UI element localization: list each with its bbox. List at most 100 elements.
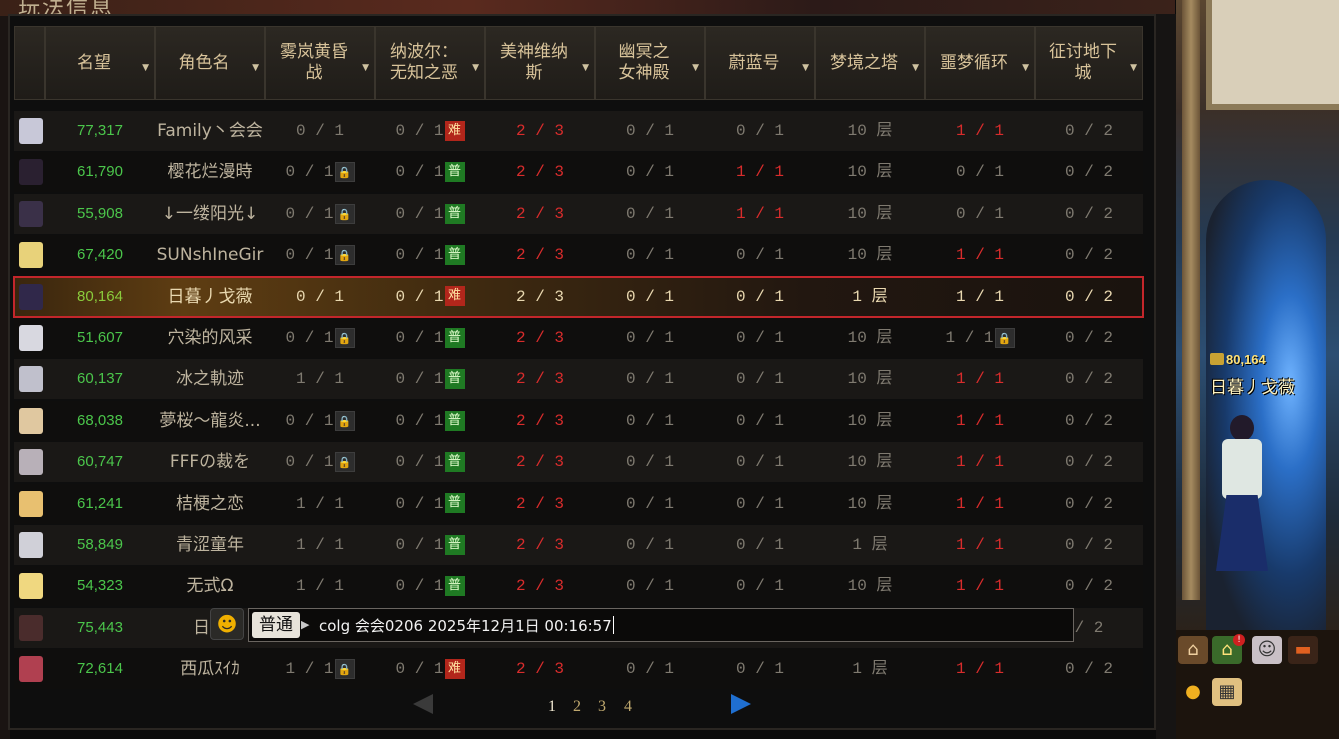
sort-arrow-icon[interactable]: ▼ <box>252 58 259 79</box>
page-2[interactable]: 2 <box>573 698 581 716</box>
nightmare-cell-value: 0 / 1 <box>955 204 1004 223</box>
table-row[interactable]: 61,241 桔梗之恋 1 / 10 / 1普2 / 30 / 10 / 1 10 层… <box>14 483 1143 524</box>
nabor-cell: 0 / 1普 <box>375 235 485 275</box>
tower-cell-value: 1 层 <box>852 287 888 306</box>
page-4[interactable]: 4 <box>624 698 632 716</box>
header-avatar-col <box>14 26 45 100</box>
game-scene: 80,164 日暮丿戈薇 ⌂ ⌂ ! ☺ ▬ ● ▦ <box>1176 0 1339 739</box>
fame-cell-value: 80,164 <box>77 287 123 305</box>
weilan-cell-value: 0 / 1 <box>735 536 784 554</box>
table-row[interactable]: 60,137 冰之軌迹 1 / 10 / 1普2 / 30 / 10 / 1 10 层… <box>14 359 1143 400</box>
venus-cell: 2 / 3 <box>485 484 595 524</box>
header-tower-col[interactable]: 梦境之塔 ▼ <box>815 26 925 100</box>
sort-arrow-icon[interactable]: ▼ <box>802 58 809 79</box>
anvil-icon[interactable]: ▬ <box>1288 636 1318 664</box>
character-avatar-icon <box>19 532 43 558</box>
youming-cell: 0 / 1 <box>595 111 705 151</box>
table-row[interactable]: 55,908 ↓一缕阳光↓ 0 / 1 🔒 0 / 1普2 / 30 / 11 / 11… <box>14 193 1143 234</box>
header-label: 梦境之塔 <box>830 52 898 73</box>
venus-cell-value: 2 / 3 <box>515 287 564 306</box>
weilan-cell: 0 / 1 <box>705 566 815 606</box>
header-venus-col[interactable]: 美神维纳 斯 ▼ <box>485 26 595 100</box>
header-label: 蔚蓝号 <box>728 52 780 73</box>
fame-cell-value: 77,317 <box>77 122 123 139</box>
nabor-cell-value: 0 / 1 <box>395 370 444 389</box>
venus-cell-value: 2 / 3 <box>515 204 564 223</box>
sort-arrow-icon[interactable]: ▼ <box>142 58 149 79</box>
zhengtao-cell: 0 / 2 <box>1035 152 1143 192</box>
sort-arrow-icon[interactable]: ▼ <box>912 58 919 79</box>
nightmare-cell: 1 / 1 <box>925 525 1035 565</box>
header-name-col[interactable]: 角色名 ▼ <box>155 26 265 100</box>
venus-cell-value: 2 / 3 <box>515 329 564 347</box>
header-zhengtao-col[interactable]: 征讨地下 城 ▼ <box>1035 26 1143 100</box>
header-wulan-col[interactable]: 雾岚黄昏 战 ▼ <box>265 26 375 100</box>
venus-cell: 2 / 3 <box>485 359 595 399</box>
bag-icon[interactable]: ⌂ <box>1178 636 1208 664</box>
fame-cell: 58,849 <box>45 525 155 565</box>
character-avatar-icon <box>19 407 43 434</box>
player-character[interactable] <box>1214 415 1270 575</box>
table-row[interactable]: 51,607 穴染的风采 0 / 1 🔒 0 / 1普2 / 30 / 10 / 1 10… <box>14 318 1143 358</box>
channel-arrow-icon[interactable]: ▶ <box>301 618 309 631</box>
youming-cell: 0 / 1 <box>595 649 705 689</box>
zhengtao-cell-value: 0 / 2 <box>1064 577 1113 596</box>
sort-arrow-icon[interactable]: ▼ <box>582 58 589 79</box>
page-3[interactable]: 3 <box>598 698 606 716</box>
chat-input[interactable]: 普通 ▶ colg 会会0206 2025年12月1日 00:16:57 <box>248 608 1074 642</box>
tower-cell: 1 层 <box>815 649 925 689</box>
header-nightmare-col[interactable]: 噩梦循环 ▼ <box>925 26 1035 100</box>
book-icon[interactable]: ▦ <box>1212 678 1242 706</box>
table-row[interactable]: 77,317 Family丶会会 0 / 10 / 1难2 / 30 / 10 / … <box>14 111 1143 151</box>
chat-bar: ☻ 普通 ▶ colg 会会0206 2025年12月1日 00:16:57 <box>210 608 1076 642</box>
companion-portrait-icon[interactable]: ☺ <box>1252 636 1282 664</box>
zhengtao-cell: 0 / 2 <box>1035 318 1143 358</box>
map-pin-icon[interactable]: ● <box>1178 678 1208 706</box>
nightmare-cell: 1 / 1 <box>925 484 1035 524</box>
zhengtao-cell: 0 / 2 <box>1035 235 1143 275</box>
difficulty-hard-badge: 难 <box>444 658 465 679</box>
header-nabor-col[interactable]: 纳波尔： 无知之恶 ▼ <box>375 26 485 100</box>
character-name-cell-value: 穴染的风采 <box>167 328 253 348</box>
weilan-cell-value: 0 / 1 <box>735 577 784 596</box>
table-row[interactable]: 61,790 樱花烂漫時 0 / 1 🔒 0 / 1普2 / 30 / 11 / 1 10… <box>14 152 1143 193</box>
table-row[interactable]: 67,420 SUNshIneGir 0 / 1 🔒 0 / 1普2 / 30 / 10… <box>14 235 1143 276</box>
tower-cell: 10 层 <box>815 318 925 358</box>
character-name-cell: 日暮丿戈薇 <box>155 277 265 317</box>
nightmare-cell-value: 1 / 1 <box>955 411 1004 430</box>
table-row[interactable]: 68,038 夢桜～龍炎... 0 / 1 🔒 0 / 1普2 / 30 / 10 / … <box>14 400 1143 441</box>
prev-page-arrow-icon[interactable] <box>413 694 433 714</box>
page-1[interactable]: 1 <box>548 698 556 716</box>
fame-cell-value: 60,747 <box>77 453 123 471</box>
youming-cell: 0 / 1 <box>595 194 705 234</box>
venus-cell: 2 / 3 <box>485 525 595 565</box>
next-page-arrow-icon[interactable] <box>731 694 751 714</box>
sort-arrow-icon[interactable]: ▼ <box>1130 58 1137 79</box>
table-row[interactable]: 60,747 FFFの裁を 0 / 1 🔒 0 / 1普2 / 30 / 10 / 11… <box>14 442 1143 483</box>
wulan-cell-value: 0 / 1 <box>285 163 334 182</box>
sort-arrow-icon[interactable]: ▼ <box>692 58 699 79</box>
table-row[interactable]: 72,614 西瓜ｽｲｶ 1 / 1 🔒 0 / 1难2 / 30 / 10 / 11 … <box>14 649 1143 690</box>
chat-channel-button[interactable]: 普通 <box>252 612 300 638</box>
weilan-cell: 0 / 1 <box>705 525 815 565</box>
sort-arrow-icon[interactable]: ▼ <box>1022 58 1029 79</box>
nabor-cell-value: 0 / 1 <box>395 660 444 679</box>
table-row[interactable]: 80,164 日暮丿戈薇 0 / 10 / 1难2 / 30 / 10 / 11 层… <box>13 275 1144 318</box>
table-row[interactable]: 58,849 青涩童年 1 / 10 / 1普2 / 30 / 10 / 11 层1… <box>14 525 1143 565</box>
sort-arrow-icon[interactable]: ▼ <box>362 58 369 79</box>
nabor-cell-value: 0 / 1 <box>395 246 444 265</box>
table-row[interactable]: 54,323 无式Ω 1 / 10 / 1普2 / 30 / 10 / 1 10 层1… <box>14 566 1143 607</box>
character-avatar-icon <box>19 118 43 144</box>
sort-arrow-icon[interactable]: ▼ <box>472 58 479 79</box>
difficulty-normal-badge: 普 <box>444 203 465 224</box>
header-weilan-col[interactable]: 蔚蓝号 ▼ <box>705 26 815 100</box>
venus-cell: 2 / 3 <box>485 194 595 234</box>
nabor-cell-value: 0 / 1 <box>395 494 444 513</box>
header-youming-col[interactable]: 幽冥之 女神殿 ▼ <box>595 26 705 100</box>
zhengtao-cell: 0 / 2 <box>1035 277 1143 317</box>
weilan-cell: 0 / 1 <box>705 277 815 317</box>
nabor-cell-value: 0 / 1 <box>395 453 444 472</box>
emote-icon[interactable]: ☻ <box>210 608 244 640</box>
venus-cell: 2 / 3 <box>485 442 595 482</box>
header-fame-col[interactable]: 名望 ▼ <box>45 26 155 100</box>
